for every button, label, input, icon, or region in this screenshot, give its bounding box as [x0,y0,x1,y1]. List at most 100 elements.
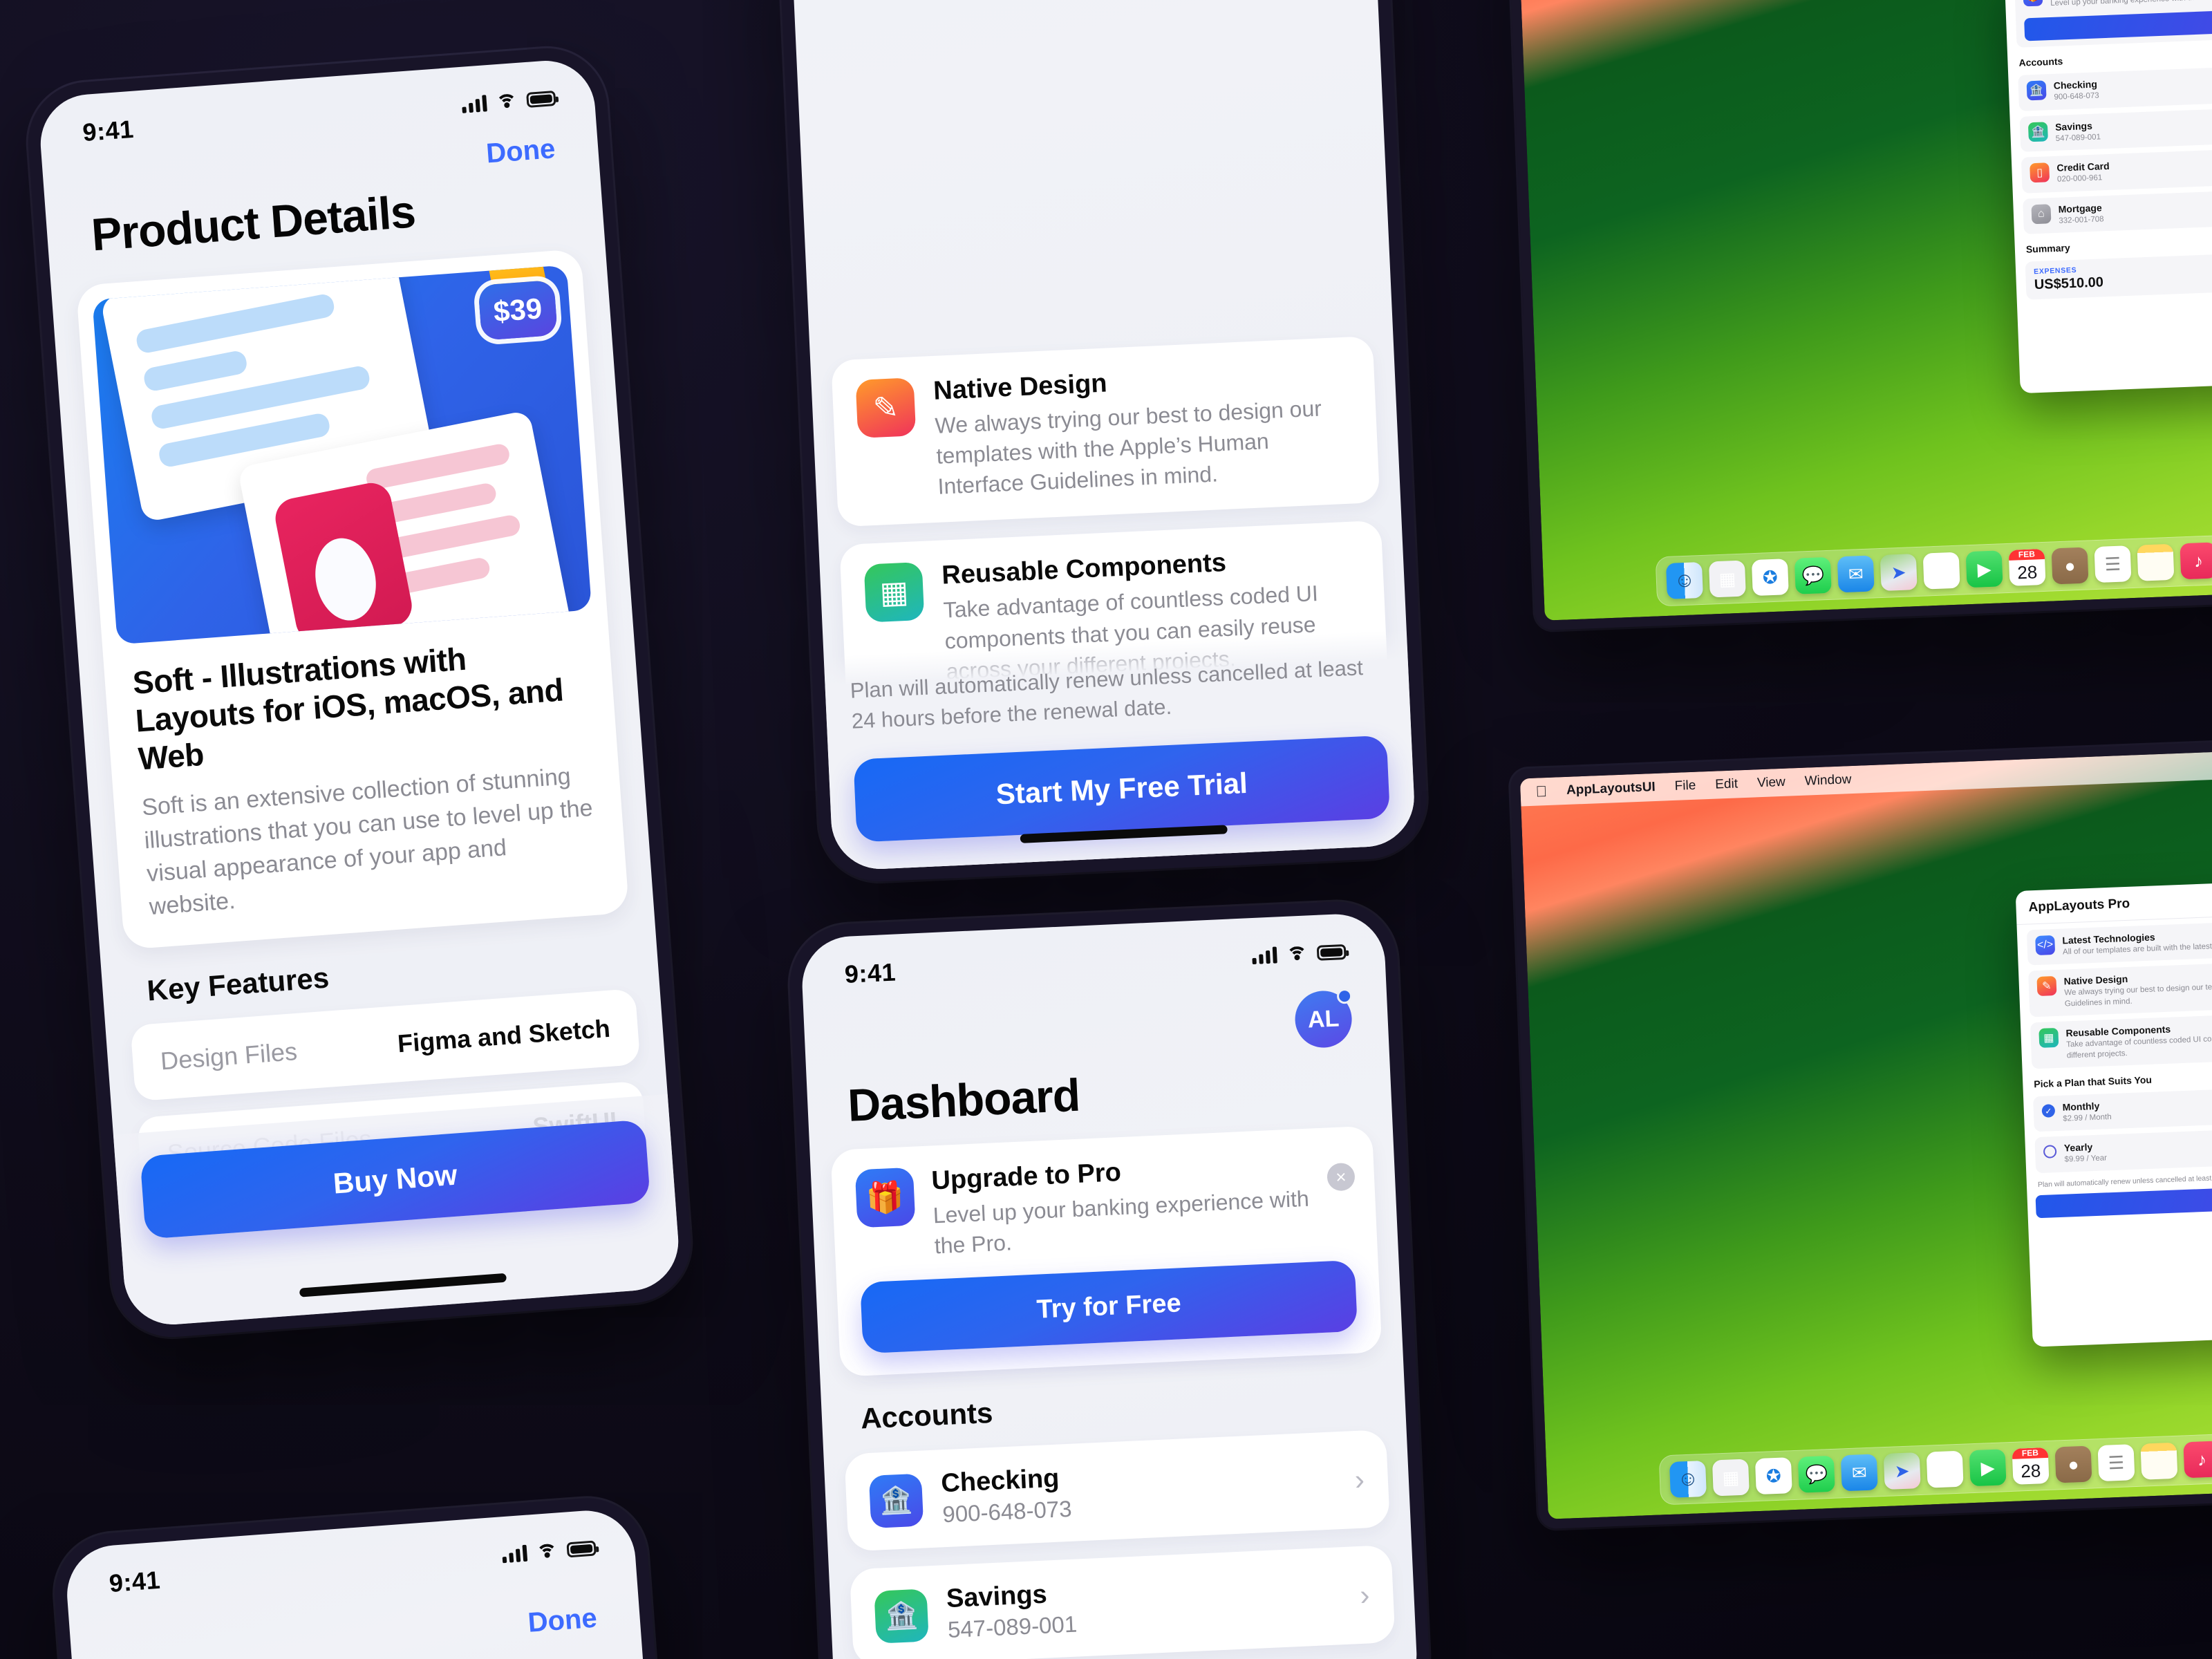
bank-icon: 🏦 [868,1473,924,1528]
mail-icon[interactable]: ✉ [1837,555,1875,593]
battery-icon [526,90,556,108]
safari-icon[interactable]: ✪ [1751,559,1789,597]
facetime-icon[interactable]: ▶ [1965,550,2003,588]
battery-icon [1316,944,1347,961]
music-icon[interactable]: ♪ [2183,1441,2212,1479]
feature-row[interactable]: Design Files Figma and Sketch [130,988,641,1101]
calendar-icon[interactable]: FEB 28 [2008,548,2046,586]
status-icons [1252,944,1347,968]
summary-eyebrow: EXPENSES [2033,265,2077,276]
card-icon: ▯ [2030,162,2050,183]
account-row[interactable]: 🏦 Savings 547-089-001 › [849,1545,1396,1659]
promo-description: Level up your banking experience with th… [2050,0,2212,8]
phone-product-details: 9:41 Done Product Details $39 Soft - Ill… [24,44,695,1342]
avatar[interactable]: AL [1293,988,1353,1049]
try-for-free-button[interactable]: Try for Free [2024,5,2212,41]
chevron-right-icon: › [1359,1578,1371,1611]
maps-icon[interactable]: ➤ [1883,1452,1921,1490]
account-name: Mortgage [2058,201,2102,215]
contacts-icon[interactable]: ● [2054,1445,2092,1483]
bank-icon: 🏦 [2027,122,2048,142]
account-number: 547-089-001 [2055,133,2101,143]
home-indicator [299,1273,507,1297]
house-icon: ⌂ [2031,203,2052,224]
launchpad-icon[interactable]: ▦ [1712,1459,1750,1497]
apple-icon[interactable]:  [1535,782,1547,801]
mac-desktop-top: 🎁 Upgrade to Pro Level up your banking e… [1516,0,2212,621]
calendar-icon[interactable]: FEB 28 [2012,1447,2050,1485]
promo-description: Level up your banking experience with th… [932,1185,1310,1259]
buy-bar: Buy Now [113,1094,682,1329]
feature-key: Design Files [159,1036,299,1076]
gift-icon: 🎁 [2023,0,2043,7]
maps-icon[interactable]: ➤ [1880,554,1918,592]
phone-dashboard: 9:41 AL Dashboard × 🎁 Upgrade to Pro Lev… [787,899,1432,1659]
calendar-day: 28 [2020,1460,2041,1482]
cellular-icon [461,95,487,113]
paywall-footer: Plan will automatically renew unless can… [823,630,1416,872]
reminders-icon[interactable]: ☰ [2094,545,2132,583]
menu-app-name[interactable]: AppLayoutsUI [1566,780,1656,798]
promo-header: 🎁 Upgrade to Pro Level up your banking e… [854,1147,1353,1265]
upgrade-promo-card: × 🎁 Upgrade to Pro Level up your banking… [830,1125,1382,1378]
code-icon: </> [2035,935,2056,956]
buy-now-button[interactable]: Buy Now [140,1119,651,1239]
bank-icon: 🏦 [874,1588,929,1644]
secondary-screen: 9:41 Done [64,1507,655,1659]
avatar-initials: AL [1307,1005,1340,1033]
reminders-icon[interactable]: ☰ [2097,1444,2135,1482]
feature-card: ✎ Native Design We always trying our bes… [2028,957,2212,1018]
banking-window: 🎁 Upgrade to Pro Level up your banking e… [2004,0,2212,394]
contacts-icon[interactable]: ● [2051,547,2089,585]
window-title: AppLayouts Pro [2028,896,2130,915]
account-name: Checking [940,1463,1060,1499]
notes-icon[interactable] [2140,1442,2178,1480]
dashboard-screen: 9:41 AL Dashboard × 🎁 Upgrade to Pro Lev… [800,912,1419,1659]
menu-item-file[interactable]: File [1674,778,1696,794]
start-free-trial-button[interactable]: Start My Free Trial [853,735,1391,843]
wifi-icon [496,93,518,116]
box-icon: ▦ [2038,1028,2059,1049]
status-time: 9:41 [108,1565,162,1598]
mac-desktop-bottom:  AppLayoutsUI File Edit View Window App… [1519,748,2212,1519]
plan-price: $9.99 / Year [2064,1154,2108,1165]
mac-menu-bar:  AppLayoutsUI File Edit View Window [1519,748,2212,807]
try-for-free-button[interactable]: Try for Free [860,1260,1358,1354]
menu-item-view[interactable]: View [1757,775,1786,791]
account-row[interactable]: ▯ Credit Card 020-000-961 [2021,143,2212,194]
photos-icon[interactable]: ❄ [1926,1450,1964,1488]
notes-icon[interactable] [2137,543,2175,581]
status-icons [502,1539,597,1566]
account-number: 900-648-073 [2054,91,2099,102]
status-time: 9:41 [843,957,897,988]
status-icons [461,90,556,116]
wifi-icon [1286,946,1309,968]
status-time: 9:41 [82,114,135,147]
showcase-canvas: 9:41 Done Product Details $39 Soft - Ill… [0,0,2212,1659]
feature-card: ▦ Reusable Components Take advantage of … [2030,1009,2212,1069]
messages-icon[interactable]: 💬 [1794,556,1832,594]
safari-icon[interactable]: ✪ [1754,1457,1792,1495]
cellular-icon [1252,946,1277,965]
account-row[interactable]: 🏦 Checking 900-648-073 › [844,1430,1390,1552]
feature-value: Figma and Sketch [396,1013,611,1058]
menu-item-window[interactable]: Window [1804,772,1851,789]
music-icon[interactable]: ♪ [2180,542,2212,580]
account-number: 547-089-001 [947,1611,1078,1643]
messages-icon[interactable]: 💬 [1797,1455,1835,1493]
account-number: 020-000-961 [2056,174,2103,185]
brush-icon: ✎ [2036,976,2057,997]
photos-icon[interactable]: ❄ [1922,552,1960,590]
mail-icon[interactable]: ✉ [1840,1454,1878,1492]
finder-icon[interactable] [1665,561,1703,599]
facetime-icon[interactable]: ▶ [1969,1449,2007,1487]
dock-top: ▦ ✪ 💬 ✉ ➤ ❄ ▶ FEB 28 ● ☰ ♪ [1655,534,2212,607]
macbook-top: 🎁 Upgrade to Pro Level up your banking e… [1506,0,2212,631]
launchpad-icon[interactable]: ▦ [1708,560,1746,598]
phone-paywall: ✎ Native Design We always trying our bes… [762,0,1430,884]
finder-icon[interactable] [1669,1460,1707,1498]
account-number: 900-648-073 [941,1496,1073,1528]
plan-option-yearly[interactable]: Yearly $9.99 / Year [2034,1123,2212,1174]
phone-product-details-secondary: 9:41 Done [50,1494,669,1659]
menu-item-edit[interactable]: Edit [1715,776,1738,792]
